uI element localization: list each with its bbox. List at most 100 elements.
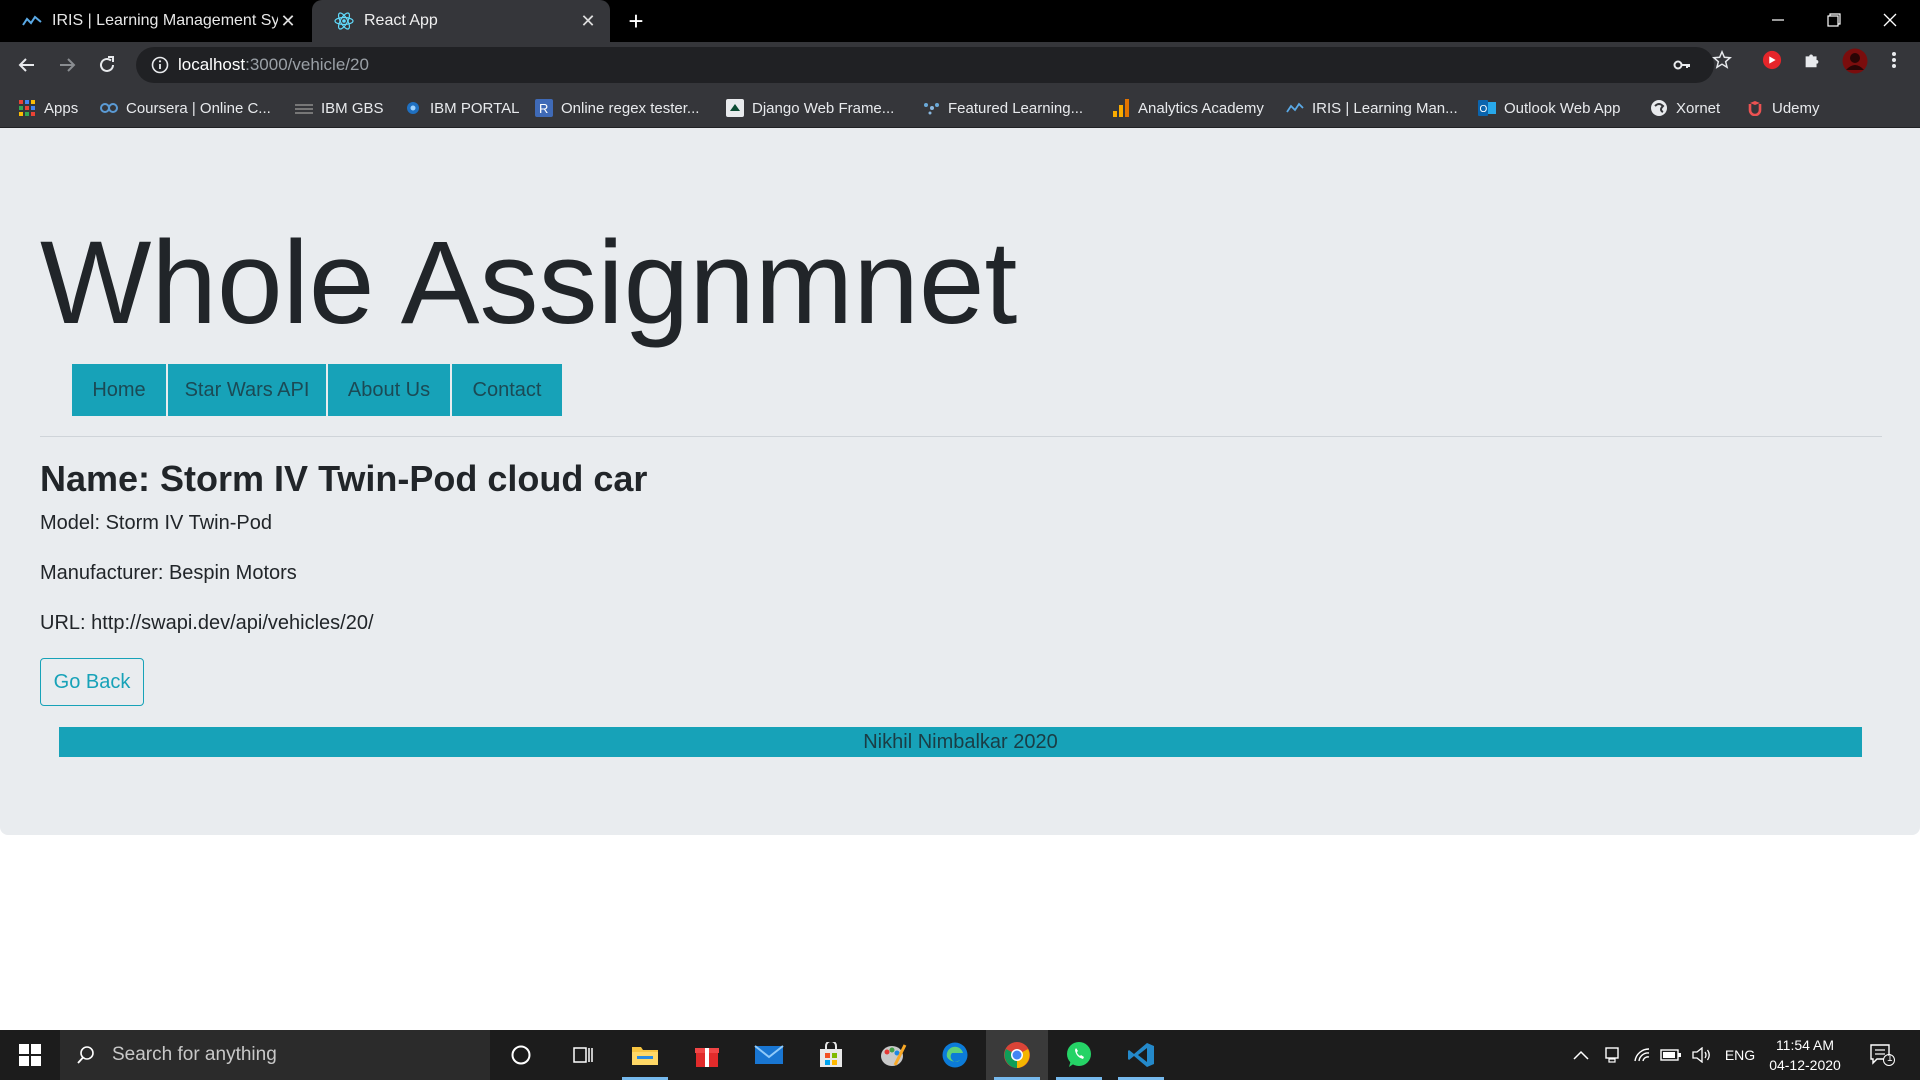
apps-grid-icon: [18, 99, 36, 117]
bookmark-featured-learning[interactable]: Featured Learning...: [922, 96, 1083, 120]
bookmark-label: Outlook Web App: [1504, 99, 1621, 117]
mail-icon[interactable]: [738, 1030, 800, 1080]
menu-kebab-icon[interactable]: [1884, 50, 1904, 70]
nav-star-wars-api[interactable]: Star Wars API: [168, 364, 328, 416]
vehicle-model: Model: Storm IV Twin-Pod: [40, 512, 272, 534]
taskbar-clock[interactable]: 11:54 AM 04-12-2020: [1764, 1035, 1846, 1075]
bookmark-udemy[interactable]: Udemy: [1746, 96, 1820, 120]
url-path: :3000/vehicle/20: [245, 55, 369, 74]
taskbar-search-input[interactable]: Search for anything: [60, 1030, 490, 1080]
bookmark-label: Udemy: [1772, 99, 1820, 117]
coursera-icon: [100, 99, 118, 117]
store-icon[interactable]: [800, 1030, 862, 1080]
clock-date: 04-12-2020: [1769, 1057, 1841, 1073]
vehicle-name-heading: Name: Storm IV Twin-Pod cloud car: [40, 458, 648, 499]
windows-taskbar: Search for anything ENG 11:54 AM 04-12-2…: [0, 1030, 1920, 1080]
page-viewport: Whole Assignmnet Home Star Wars API Abou…: [0, 128, 1920, 835]
bookmark-coursera[interactable]: Coursera | Online C...: [100, 96, 271, 120]
ibm-gbs-icon: [295, 99, 313, 117]
bookmark-analytics[interactable]: Analytics Academy: [1112, 96, 1264, 120]
vehicle-url: URL: http://swapi.dev/api/vehicles/20/: [40, 612, 374, 634]
bookmark-ibm-portal[interactable]: IBM PORTAL: [404, 96, 519, 120]
page-title: Whole Assignmnet: [40, 217, 1018, 349]
ibm-portal-icon: [404, 99, 422, 117]
restore-button[interactable]: [1806, 0, 1862, 40]
svg-text:R: R: [539, 101, 548, 116]
xornet-icon: [1650, 99, 1668, 117]
tab-iris[interactable]: IRIS | Learning Management System ✕: [0, 0, 310, 42]
bookmark-label: IRIS | Learning Man...: [1312, 99, 1458, 117]
back-button[interactable]: [12, 50, 42, 80]
start-button[interactable]: [0, 1030, 60, 1080]
iris-logo-icon: [22, 11, 42, 31]
nav-home[interactable]: Home: [72, 364, 168, 416]
outlook-icon: O: [1478, 99, 1496, 117]
nav-about-us[interactable]: About Us: [328, 364, 452, 416]
device-icon[interactable]: [1600, 1030, 1624, 1080]
extensions-puzzle-icon[interactable]: [1802, 50, 1822, 70]
search-placeholder: Search for anything: [112, 1044, 277, 1065]
file-explorer-icon[interactable]: [614, 1030, 676, 1080]
bookmarks-bar: Apps Coursera | Online C... IBM GBS IBM …: [0, 88, 1920, 128]
regex-icon: R: [535, 99, 553, 117]
bookmark-ibm-gbs[interactable]: IBM GBS: [295, 96, 384, 120]
reload-button[interactable]: [92, 50, 122, 80]
tab-react-app[interactable]: React App ✕: [312, 0, 610, 42]
whatsapp-icon[interactable]: [1048, 1030, 1110, 1080]
bookmark-django[interactable]: Django Web Frame...: [726, 96, 894, 120]
extension-red-icon[interactable]: [1762, 50, 1782, 70]
iris-logo-icon: [1286, 99, 1304, 117]
browser-tab-strip: IRIS | Learning Management System ✕ Reac…: [0, 0, 1920, 42]
bookmark-label: Apps: [44, 99, 79, 117]
search-icon: [76, 1045, 96, 1065]
vscode-icon[interactable]: [1110, 1030, 1172, 1080]
wifi-icon[interactable]: [1630, 1030, 1654, 1080]
task-view-icon[interactable]: [552, 1030, 614, 1080]
battery-icon[interactable]: [1658, 1030, 1684, 1080]
forward-button[interactable]: [52, 50, 82, 80]
notification-count: 1: [1887, 1053, 1893, 1064]
notification-center-icon[interactable]: 1: [1862, 1030, 1902, 1080]
cortana-icon[interactable]: [490, 1030, 552, 1080]
address-bar[interactable]: localhost:3000/vehicle/20: [136, 47, 1714, 83]
chrome-icon[interactable]: [986, 1030, 1048, 1080]
bookmark-iris[interactable]: IRIS | Learning Man...: [1286, 96, 1458, 120]
bookmark-label: Django Web Frame...: [752, 99, 895, 117]
clock-time: 11:54 AM: [1775, 1037, 1835, 1053]
analytics-icon: [1112, 99, 1130, 117]
udemy-icon: [1746, 99, 1764, 117]
tray-chevron-up-icon[interactable]: [1570, 1030, 1592, 1080]
bookmark-regex[interactable]: R Online regex tester...: [535, 96, 699, 120]
close-tab-icon[interactable]: ✕: [578, 11, 598, 31]
tab-title: IRIS | Learning Management System: [52, 12, 278, 29]
site-info-icon[interactable]: [150, 55, 170, 75]
star-bookmark-icon[interactable]: [1712, 49, 1732, 70]
bookmark-xornet[interactable]: Xornet: [1650, 96, 1720, 120]
paint-icon[interactable]: [862, 1030, 924, 1080]
bookmark-label: Featured Learning...: [948, 99, 1084, 117]
bookmark-label: Coursera | Online C...: [126, 99, 271, 117]
gift-app-icon[interactable]: [676, 1030, 738, 1080]
volume-icon[interactable]: [1690, 1030, 1714, 1080]
minimize-button[interactable]: [1750, 0, 1806, 40]
new-tab-button[interactable]: +: [622, 8, 650, 36]
nav-contact[interactable]: Contact: [452, 364, 562, 416]
browser-toolbar: localhost:3000/vehicle/20: [0, 42, 1920, 88]
bookmark-apps[interactable]: Apps: [18, 96, 78, 120]
language-indicator[interactable]: ENG: [1720, 1030, 1760, 1080]
vehicle-manufacturer: Manufacturer: Bespin Motors: [40, 562, 297, 584]
bookmark-label: Xornet: [1676, 99, 1721, 117]
url-text: localhost:3000/vehicle/20: [178, 55, 369, 75]
profile-avatar-icon[interactable]: [1842, 48, 1868, 74]
key-icon[interactable]: [1672, 55, 1692, 75]
bookmark-label: IBM GBS: [321, 99, 384, 117]
svg-text:O: O: [1480, 104, 1488, 115]
bookmark-label: Analytics Academy: [1138, 99, 1264, 117]
divider: [40, 436, 1882, 437]
close-window-button[interactable]: [1862, 0, 1918, 40]
bookmark-outlook[interactable]: O Outlook Web App: [1478, 96, 1620, 120]
close-tab-icon[interactable]: ✕: [278, 11, 298, 31]
main-nav: Home Star Wars API About Us Contact: [72, 364, 562, 416]
go-back-button[interactable]: Go Back: [40, 658, 144, 706]
edge-icon[interactable]: [924, 1030, 986, 1080]
